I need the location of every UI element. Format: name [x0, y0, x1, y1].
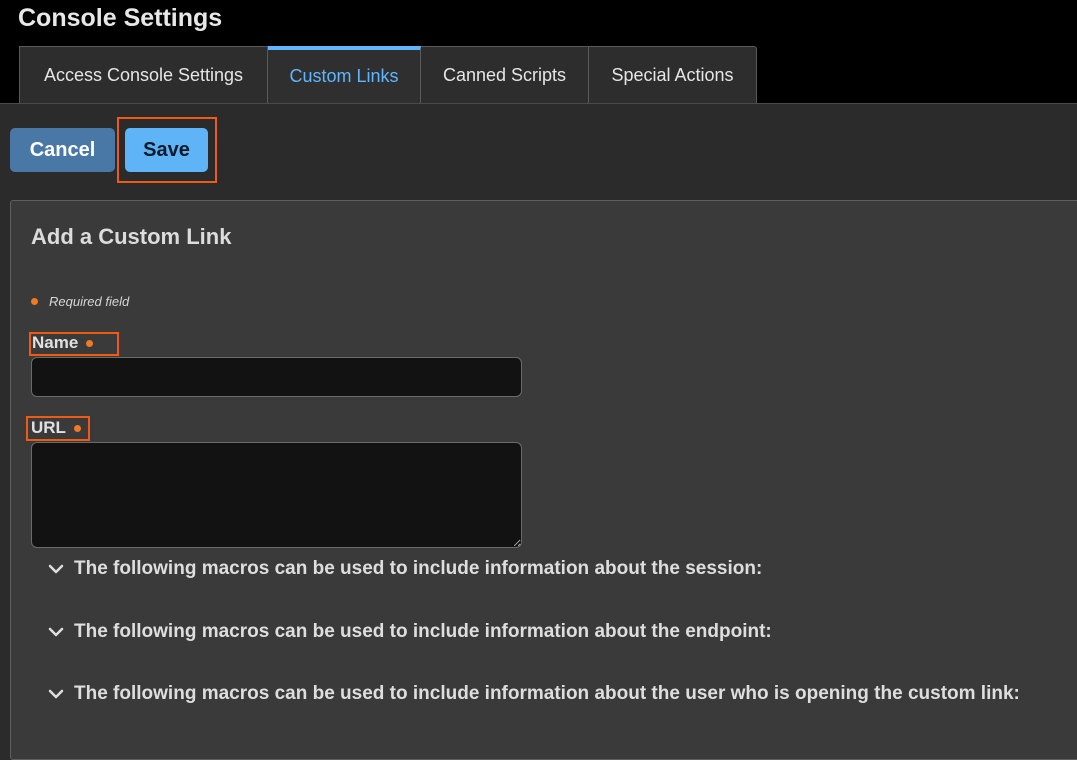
tab-access-console-settings[interactable]: Access Console Settings — [19, 46, 268, 104]
chevron-down-icon — [46, 559, 66, 579]
settings-tabs: Access Console Settings Custom Links Can… — [19, 46, 757, 104]
tab-canned-scripts[interactable]: Canned Scripts — [421, 46, 589, 104]
chevron-down-icon — [46, 684, 66, 704]
cancel-button[interactable]: Cancel — [10, 128, 115, 172]
required-field-note: Required field — [31, 294, 129, 309]
required-dot-icon — [73, 424, 81, 432]
url-label: URL — [31, 418, 81, 438]
required-dot-icon — [31, 298, 38, 305]
chevron-down-icon — [46, 622, 66, 642]
save-button[interactable]: Save — [125, 128, 208, 172]
tabs-divider — [0, 103, 1077, 104]
tab-special-actions[interactable]: Special Actions — [589, 46, 757, 104]
user-macros-label: The following macros can be used to incl… — [74, 683, 1020, 704]
user-macros-toggle[interactable]: The following macros can be used to incl… — [46, 681, 1020, 707]
required-dot-icon — [86, 339, 94, 347]
page-title: Console Settings — [18, 4, 223, 32]
name-label: Name — [32, 333, 94, 353]
session-macros-toggle[interactable]: The following macros can be used to incl… — [46, 556, 762, 582]
endpoint-macros-label: The following macros can be used to incl… — [74, 621, 772, 642]
url-textarea[interactable] — [31, 442, 522, 548]
session-macros-label: The following macros can be used to incl… — [74, 558, 763, 579]
url-label-text: URL — [31, 418, 66, 437]
tab-custom-links[interactable]: Custom Links — [268, 46, 421, 104]
form-title: Add a Custom Link — [31, 224, 232, 249]
name-input[interactable] — [31, 357, 522, 397]
required-field-text: Required field — [49, 294, 130, 309]
name-label-text: Name — [32, 333, 79, 352]
endpoint-macros-toggle[interactable]: The following macros can be used to incl… — [46, 619, 772, 645]
